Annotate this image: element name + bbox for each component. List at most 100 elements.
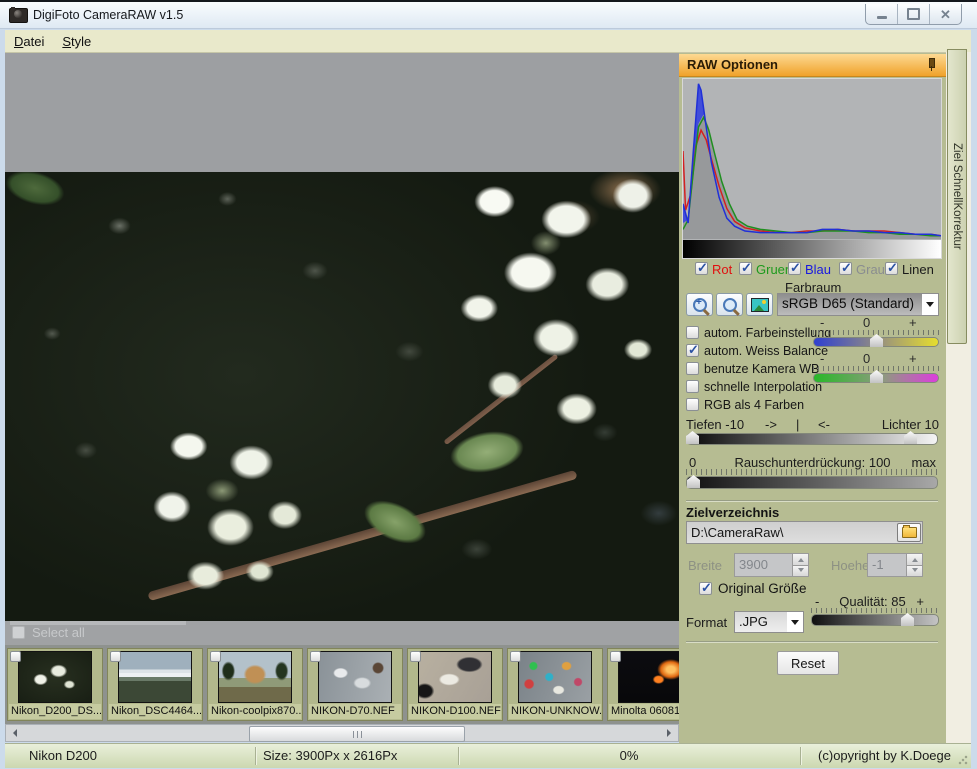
legend-rot[interactable]: Rot: [695, 261, 737, 277]
thumbnail-image: [518, 651, 592, 703]
minimize-button[interactable]: [866, 4, 898, 24]
rgb-4colors-checkbox[interactable]: [686, 398, 699, 411]
menu-style[interactable]: Style: [53, 32, 100, 51]
green-magenta-slider-thumb[interactable]: [870, 370, 883, 383]
thumbnail-label: Nikon_D200_DS...: [9, 704, 101, 719]
thumbnail-card[interactable]: Nikon_D200_DS...: [7, 648, 103, 721]
leaf-decor: [5, 172, 68, 211]
divider: [686, 641, 938, 642]
minimize-icon: [877, 16, 887, 19]
thumbnail-scrollbar[interactable]: [5, 724, 679, 742]
status-copyright: (c)opyright by K.Doege: [818, 748, 951, 763]
auto-wb-checkbox[interactable]: [686, 344, 699, 357]
thumbnail-card[interactable]: Nikon-coolpix870...: [207, 648, 303, 721]
tab-ziel-schnellkorrektur[interactable]: Ziel SchnellKorrektur: [947, 49, 967, 344]
linen-checkbox[interactable]: [885, 262, 898, 275]
thumbnail-checkbox[interactable]: [110, 651, 121, 662]
thumbnail-label: NIKON-D100.NEF: [409, 704, 501, 719]
scroll-left-button[interactable]: [7, 726, 23, 740]
breite-value: 3900: [735, 554, 792, 576]
breite-spin-buttons[interactable]: [792, 554, 808, 576]
image-icon: [751, 298, 769, 312]
grau-checkbox[interactable]: [839, 262, 852, 275]
thumbnail-card[interactable]: NIKON-D100.NEF: [407, 648, 503, 721]
hoehe-spin-buttons[interactable]: [906, 554, 922, 576]
thumbnail-checkbox[interactable]: [610, 651, 621, 662]
original-size-checkbox[interactable]: [699, 582, 712, 595]
thumbnail-image: [418, 651, 492, 703]
reset-button[interactable]: Reset: [777, 651, 839, 675]
thumbnail-checkbox[interactable]: [10, 651, 21, 662]
thumbnail-checkbox[interactable]: [510, 651, 521, 662]
hoehe-value: -1: [868, 554, 906, 576]
status-bar: Nikon D200 Size: 3900Px x 2616Px 0% (c)o…: [5, 743, 971, 768]
breite-spinner[interactable]: 3900: [734, 553, 809, 577]
thumbnail-card[interactable]: Minolta 060819...: [607, 648, 679, 721]
spin-down-icon[interactable]: [907, 565, 922, 577]
target-path-input[interactable]: D:\CameraRaw\: [686, 521, 923, 544]
tone-pipe: |: [796, 417, 799, 432]
gruen-checkbox[interactable]: [739, 262, 752, 275]
thumbnail-checkbox[interactable]: [210, 651, 221, 662]
fast-interpolation-checkbox[interactable]: [686, 380, 699, 393]
spin-down-icon[interactable]: [793, 565, 808, 577]
status-divider: [800, 747, 801, 765]
thumbnail-label: NIKON-D70.NEF: [309, 704, 401, 719]
quality-labels: - Qualität: 85 +: [799, 594, 946, 609]
noise-slider[interactable]: [686, 476, 938, 489]
hoehe-label: Hoehe: [831, 558, 869, 573]
close-button[interactable]: ✕: [930, 4, 961, 24]
zoom-button[interactable]: [716, 293, 743, 316]
thumbnail-checkbox[interactable]: [310, 651, 321, 662]
preview-image[interactable]: [5, 172, 679, 621]
raw-options-panel: RAW Optionen Rot Gruen Blau Grau Line: [679, 53, 946, 743]
rot-checkbox[interactable]: [695, 262, 708, 275]
legend-blau[interactable]: Blau: [788, 261, 834, 277]
spin-up-icon[interactable]: [793, 554, 808, 565]
camera-wb-checkbox[interactable]: [686, 362, 699, 375]
title-bar[interactable]: DigiFoto CameraRAW v1.5 ✕: [0, 2, 977, 29]
select-all-bar: Select all: [5, 621, 679, 645]
wb2-ticks: [813, 366, 939, 371]
legend-grau[interactable]: Grau: [839, 261, 887, 277]
farbraum-dropdown[interactable]: sRGB D65 (Standard): [777, 293, 939, 316]
scroll-right-icon: [667, 729, 671, 737]
scroll-right-button[interactable]: [661, 726, 677, 740]
restore-icon: [907, 8, 920, 20]
thumbnail-card[interactable]: NIKON-D70.NEF: [307, 648, 403, 721]
quality-plus-label: +: [916, 594, 924, 609]
panel-header[interactable]: RAW Optionen: [679, 54, 946, 77]
format-dropdown[interactable]: .JPG: [734, 611, 804, 633]
restore-button[interactable]: [898, 4, 930, 24]
thumbnail-image: [618, 651, 679, 703]
thumbnail-checkbox[interactable]: [410, 651, 421, 662]
thumbnail-card[interactable]: NIKON-UNKNOW...: [507, 648, 603, 721]
hoehe-spinner[interactable]: -1: [867, 553, 923, 577]
flower-cluster-right: [423, 172, 679, 468]
tone-slider[interactable]: [686, 433, 938, 445]
lichter-label: Lichter 10: [882, 417, 939, 432]
spin-up-icon[interactable]: [907, 554, 922, 565]
thumbnail-strip: Nikon_D200_DS... Nikon_DSC4464.... Nikon…: [5, 645, 679, 724]
auto-color-checkbox[interactable]: [686, 326, 699, 339]
resize-grip[interactable]: [958, 755, 968, 765]
magnifier-plus-icon: [693, 298, 707, 312]
select-all-checkbox[interactable]: [12, 626, 25, 639]
pin-icon[interactable]: [926, 58, 936, 71]
scrollbar-thumb[interactable]: [249, 726, 465, 742]
legend-linen[interactable]: Linen: [885, 261, 935, 277]
blue-yellow-slider-thumb[interactable]: [870, 334, 883, 347]
browse-folder-button[interactable]: [897, 523, 921, 542]
menu-datei[interactable]: Datei: [5, 32, 53, 51]
dock-strip: Ziel SchnellKorrektur: [946, 52, 971, 743]
blau-checkbox[interactable]: [788, 262, 801, 275]
tone-labels: Tiefen -10 -> | <- Lichter 10: [679, 417, 946, 432]
thumbnail-card[interactable]: Nikon_DSC4464....: [107, 648, 203, 721]
zoom-in-button[interactable]: [686, 293, 713, 316]
legend-gruen[interactable]: Gruen: [739, 261, 793, 277]
fit-image-button[interactable]: [746, 293, 773, 316]
thumbnail-label: Nikon-coolpix870...: [209, 704, 301, 719]
dropdown-arrow-icon: [787, 612, 803, 632]
tiefen-label: Tiefen -10: [686, 417, 744, 432]
quality-slider[interactable]: [811, 614, 939, 626]
